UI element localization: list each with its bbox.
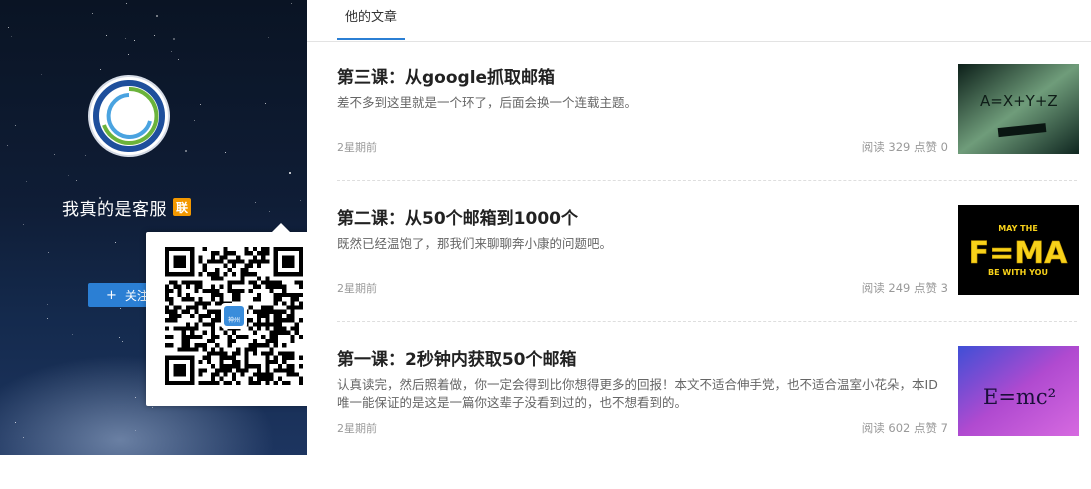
- profile-name-row: 我真的是客服 联: [62, 196, 191, 220]
- svg-text:E=mc²: E=mc²: [983, 385, 1056, 409]
- article-title[interactable]: 第二课：从50个邮箱到1000个: [337, 207, 578, 231]
- article-thumbnail[interactable]: MAY THE F=MA BE WITH YOU: [958, 205, 1079, 295]
- article-item[interactable]: 第三课：从google抓取邮箱 差不多到这里就是一个环了，后面会换一个连载主题。…: [337, 64, 1087, 207]
- article-excerpt: 差不多到这里就是一个环了，后面会换一个连载主题。: [337, 95, 638, 110]
- profile-name: 我真的是客服: [62, 199, 167, 220]
- qr-code-popup: 神州: [146, 223, 321, 406]
- popup-caret: [272, 223, 290, 232]
- svg-text:F=MA: F=MA: [969, 236, 1068, 271]
- svg-text:BE WITH YOU: BE WITH YOU: [988, 268, 1048, 277]
- avatar[interactable]: [90, 77, 168, 155]
- qr-logo-text: 神州: [227, 317, 240, 324]
- divider: [337, 180, 1077, 181]
- article-time: 2星期前: [337, 141, 377, 154]
- swirl-logo-icon: [93, 80, 165, 152]
- article-excerpt: 认真读完，然后照着做，你一定会得到比你想得更多的回报！本文不适合伸手党，也不适合…: [337, 377, 938, 410]
- article-thumbnail[interactable]: E=mc²: [958, 346, 1079, 436]
- qr-center-logo: 神州: [221, 303, 247, 329]
- svg-text:MAY THE: MAY THE: [998, 224, 1038, 233]
- article-time: 2星期前: [337, 422, 377, 435]
- article-thumbnail[interactable]: A=X+Y+Z: [958, 64, 1079, 154]
- article-stats: 阅读 249 点赞 3: [861, 281, 948, 295]
- article-title[interactable]: 第一课：2秒钟内获取50个邮箱: [337, 348, 577, 372]
- article-stats: 阅读 602 点赞 7: [861, 421, 948, 435]
- article-excerpt: 既然已经温饱了，那我们来聊聊奔小康的问题吧。: [337, 236, 613, 251]
- article-title[interactable]: 第三课：从google抓取邮箱: [337, 66, 555, 90]
- thumb-formula-text: A=X+Y+Z: [980, 92, 1058, 110]
- article-list-panel: 他的文章 第三课：从google抓取邮箱 差不多到这里就是一个环了，后面会换一个…: [307, 0, 1091, 455]
- article-item[interactable]: 第二课：从50个邮箱到1000个 既然已经温饱了，那我们来聊聊奔小康的问题吧。 …: [337, 205, 1087, 348]
- article-stats: 阅读 329 点赞 0: [861, 140, 948, 154]
- plus-icon: +: [106, 287, 117, 303]
- contact-badge[interactable]: 联: [173, 198, 191, 216]
- tab-bar: 他的文章: [307, 0, 1091, 42]
- divider: [337, 321, 1077, 322]
- article-item[interactable]: 第一课：2秒钟内获取50个邮箱 认真读完，然后照着做，你一定会得到比你想得更多的…: [337, 346, 1087, 489]
- tab-his-articles[interactable]: 他的文章: [337, 0, 405, 40]
- article-time: 2星期前: [337, 282, 377, 295]
